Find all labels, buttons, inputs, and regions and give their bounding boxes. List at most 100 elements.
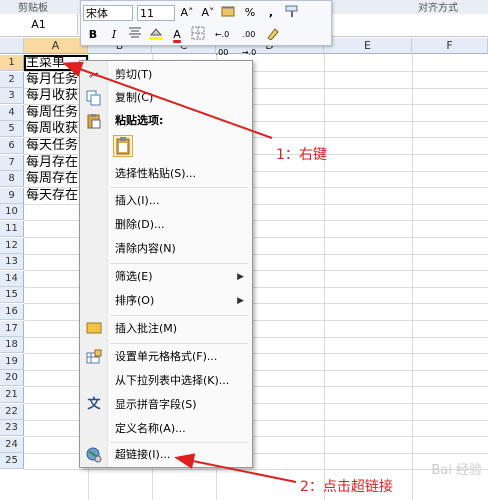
menu-item-filter[interactable]: 筛选(E) ▶ xyxy=(80,266,252,288)
row-header[interactable]: 15 xyxy=(0,287,24,303)
row-header[interactable]: 7 xyxy=(0,155,24,171)
menu-item-label: 从下拉列表中选择(K)... xyxy=(115,374,230,387)
row-header[interactable]: 10 xyxy=(0,204,24,220)
row-header[interactable]: 13 xyxy=(0,254,24,270)
comment-icon xyxy=(86,321,102,337)
menu-item-label: 剪切(T) xyxy=(115,68,153,81)
increase-decimal-button[interactable]: ←.0 .00 xyxy=(210,26,234,57)
column-header-f[interactable]: F xyxy=(412,38,488,54)
clipboard-icon xyxy=(116,137,130,155)
shrink-font-button[interactable]: A˅ xyxy=(199,4,217,22)
menu-item-label: 选择性粘贴(S)... xyxy=(115,167,197,180)
borders-glyph xyxy=(191,26,205,40)
mini-toolbar: 宋体 11 A˄ A˅ % , B I A ←.0 .00 .00 →.0 xyxy=(80,0,332,57)
menu-item-phonetic[interactable]: 文 显示拼音字段(S) xyxy=(80,394,252,416)
menu-item-cut[interactable]: ✂ 剪切(T) xyxy=(80,64,252,86)
align-center-glyph xyxy=(129,27,141,38)
fill-color-icon[interactable] xyxy=(147,26,165,44)
decrease-decimal-button[interactable]: .00 →.0 xyxy=(237,26,261,57)
menu-item-sort[interactable]: 排序(O) ▶ xyxy=(80,290,252,312)
menu-item-hyperlink[interactable]: 超链接(I)... xyxy=(80,444,252,466)
row-header[interactable]: 5 xyxy=(0,121,24,137)
globe-glyph xyxy=(86,447,102,463)
row-header[interactable]: 4 xyxy=(0,105,24,121)
hyperlink-globe-icon xyxy=(86,447,102,463)
menu-item-label: 定义名称(A)... xyxy=(115,422,186,435)
paste-glyph xyxy=(87,114,101,129)
menu-item-label: 清除内容(N) xyxy=(115,242,176,255)
menu-separator xyxy=(110,343,248,344)
paste-option-button[interactable] xyxy=(113,135,133,157)
select-all-corner[interactable] xyxy=(0,38,24,54)
menu-item-label: 超链接(I)... xyxy=(115,448,171,461)
row-header[interactable]: 22 xyxy=(0,404,24,420)
row-header[interactable]: 25 xyxy=(0,453,24,469)
copy-icon xyxy=(86,90,102,106)
menu-item-define-name[interactable]: 定义名称(A)... xyxy=(80,418,252,440)
row-header[interactable]: 6 xyxy=(0,138,24,154)
font-color-button[interactable]: A xyxy=(168,26,186,44)
menu-separator xyxy=(110,315,248,316)
name-box[interactable]: A1 xyxy=(0,14,78,35)
row-header[interactable]: 24 xyxy=(0,437,24,453)
menu-item-label: 复制(C) xyxy=(115,91,154,104)
italic-button[interactable]: I xyxy=(105,26,123,44)
menu-item-paste-options: 粘贴选项: xyxy=(80,110,252,132)
row-header[interactable]: 16 xyxy=(0,304,24,320)
percent-button[interactable]: % xyxy=(241,4,259,22)
row-header[interactable]: 20 xyxy=(0,370,24,386)
font-size-select[interactable]: 11 xyxy=(137,5,175,21)
menu-item-delete[interactable]: 删除(D)... xyxy=(80,214,252,236)
column-header-a[interactable]: A xyxy=(24,38,88,54)
format-cells-icon xyxy=(86,349,102,365)
menu-item-label: 粘贴选项: xyxy=(115,114,164,127)
menu-separator xyxy=(110,442,248,443)
watermark: Bai 经验 xyxy=(431,463,482,478)
bold-button[interactable]: B xyxy=(84,26,102,44)
menu-item-pick-from-list[interactable]: 从下拉列表中选择(K)... xyxy=(80,370,252,392)
menu-separator xyxy=(110,187,248,188)
scissors-icon: ✂ xyxy=(88,68,100,82)
paste-icon xyxy=(86,113,102,129)
font-name-select[interactable]: 宋体 xyxy=(83,5,133,21)
borders-icon[interactable] xyxy=(189,26,207,44)
row-header[interactable]: 23 xyxy=(0,420,24,436)
column-header-e[interactable]: E xyxy=(324,38,412,54)
row-header[interactable]: 14 xyxy=(0,271,24,287)
row-header[interactable]: 11 xyxy=(0,221,24,237)
comma-button[interactable]: , xyxy=(262,4,280,22)
menu-item-label: 删除(D)... xyxy=(115,218,165,231)
row-header[interactable]: 12 xyxy=(0,238,24,254)
row-header[interactable]: 1 xyxy=(0,55,24,71)
row-header[interactable]: 17 xyxy=(0,321,24,337)
menu-item-label: 插入(I)... xyxy=(115,194,160,207)
grid-line xyxy=(24,469,488,470)
menu-item-paste-special[interactable]: 选择性粘贴(S)... xyxy=(80,163,252,185)
row-header[interactable]: 3 xyxy=(0,88,24,104)
row-header[interactable]: 21 xyxy=(0,387,24,403)
menu-item-insert[interactable]: 插入(I)... xyxy=(80,190,252,212)
menu-item-insert-comment[interactable]: 插入批注(M) xyxy=(80,318,252,340)
grow-font-button[interactable]: A˄ xyxy=(178,4,196,22)
menu-separator xyxy=(110,263,248,264)
menu-item-format-cells[interactable]: 设置单元格格式(F)... xyxy=(80,346,252,368)
submenu-arrow-icon: ▶ xyxy=(237,296,244,306)
menu-item-copy[interactable]: 复制(C) xyxy=(80,87,252,109)
comment-glyph xyxy=(86,322,102,334)
row-header[interactable]: 8 xyxy=(0,171,24,187)
clipboard-group-label: 剪贴板 xyxy=(18,3,48,14)
row-header[interactable]: 18 xyxy=(0,337,24,353)
menu-item-clear-contents[interactable]: 清除内容(N) xyxy=(80,238,252,260)
row-header[interactable]: 19 xyxy=(0,354,24,370)
number-format-icon[interactable] xyxy=(220,4,238,22)
format-painter-icon[interactable] xyxy=(283,4,301,22)
row-header[interactable]: 2 xyxy=(0,72,24,88)
menu-item-label: 排序(O) xyxy=(115,294,155,307)
menu-item-label: 插入批注(M) xyxy=(115,322,178,335)
phonetic-icon: 文 xyxy=(87,397,101,412)
clear-format-icon[interactable] xyxy=(264,26,282,44)
align-center-icon[interactable] xyxy=(126,26,144,44)
row-header[interactable]: 9 xyxy=(0,188,24,204)
fill-color-glyph xyxy=(149,28,163,40)
menu-item-label: 筛选(E) xyxy=(115,270,153,283)
